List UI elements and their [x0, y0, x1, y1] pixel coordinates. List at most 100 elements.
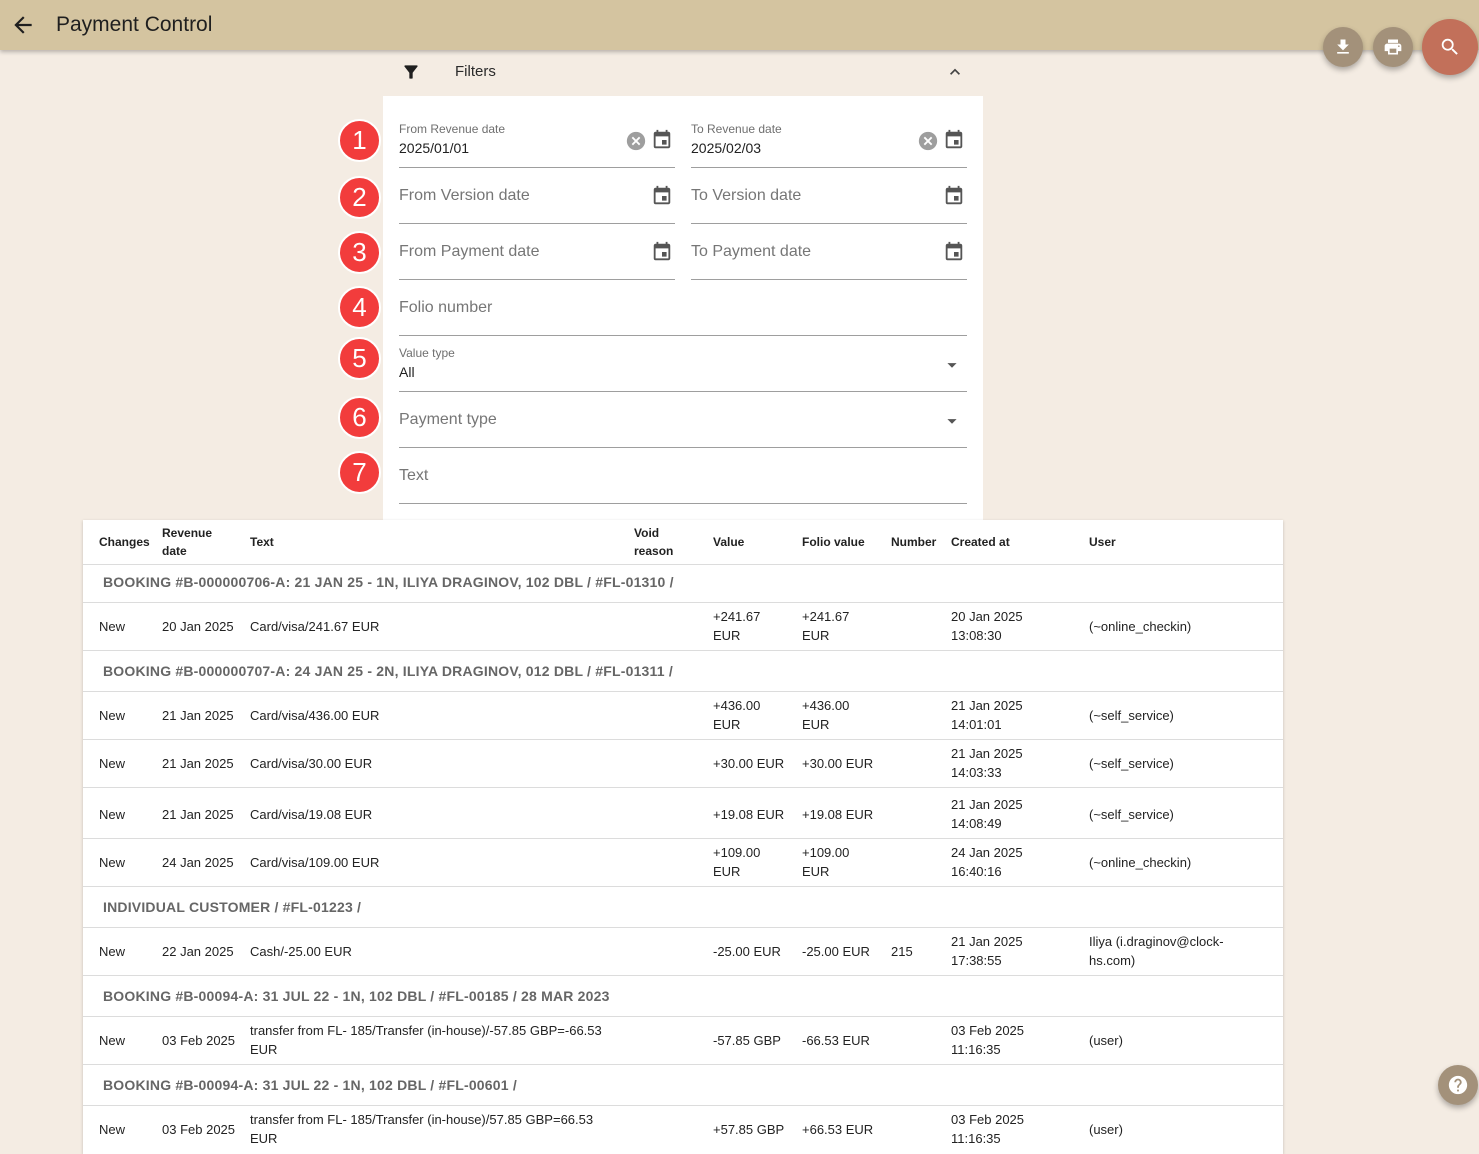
from-version-date-placeholder: From Version date: [399, 187, 530, 204]
group-header: BOOKING #B-00094-A: 31 JUL 22 - 1N, 102 …: [103, 988, 610, 1004]
step-badge: 7: [338, 451, 381, 494]
step-badge: 4: [338, 286, 381, 329]
folio-number-field[interactable]: Folio number: [399, 290, 967, 336]
divider: [83, 739, 1283, 740]
cell-folio-value: -25.00 EUR: [802, 944, 870, 959]
col-created-at[interactable]: Created at: [951, 533, 1010, 551]
cell-folio-value: +30.00 EUR: [802, 756, 874, 771]
from-revenue-date-field[interactable]: From Revenue date 2025/01/01: [399, 122, 675, 168]
col-number[interactable]: Number: [891, 533, 936, 551]
cell-value: +19.08 EUR: [713, 807, 785, 822]
cell-text: transfer from FL- 185/Transfer (in-house…: [250, 1112, 594, 1146]
cell-user: (user): [1089, 1122, 1123, 1137]
payment-type-select[interactable]: Payment type: [399, 402, 967, 448]
cell-revenue-date: 21 Jan 2025: [162, 708, 234, 723]
download-button[interactable]: [1323, 27, 1363, 67]
step-badge: 6: [338, 396, 381, 439]
divider: [83, 975, 1283, 976]
cell-text: transfer from FL- 185/Transfer (in-house…: [250, 1023, 602, 1057]
back-arrow-icon[interactable]: [10, 12, 36, 38]
value-type-select[interactable]: Value type All: [399, 346, 967, 392]
cell-value: -57.85 GBP: [713, 1033, 781, 1048]
divider: [83, 838, 1283, 839]
value-type-value: All: [399, 364, 415, 380]
col-changes[interactable]: Changes: [99, 533, 150, 551]
divider: [83, 886, 1283, 887]
clear-icon[interactable]: [625, 130, 647, 152]
group-header: INDIVIDUAL CUSTOMER / #FL-01223 /: [103, 899, 362, 915]
filters-toggle[interactable]: Filters: [383, 52, 983, 92]
clear-icon[interactable]: [917, 130, 939, 152]
cell-text: Card/visa/241.67 EUR: [250, 619, 380, 634]
help-icon: [1448, 1075, 1468, 1095]
cell-value: +57.85 GBP: [713, 1122, 785, 1137]
cell-changes: New: [99, 807, 126, 822]
to-revenue-date-value: 2025/02/03: [691, 140, 762, 156]
step-badge: 3: [338, 231, 381, 274]
cell-created-at: 21 Jan 2025 14:08:49: [951, 797, 1023, 831]
step-badge: 1: [338, 119, 381, 162]
cell-text: Card/visa/30.00 EUR: [250, 756, 373, 771]
chevron-up-icon: [950, 68, 960, 75]
cell-revenue-date: 21 Jan 2025: [162, 807, 234, 822]
text-field[interactable]: Text: [399, 458, 967, 504]
cell-user: (~self_service): [1089, 756, 1174, 771]
search-icon: [1441, 38, 1458, 55]
cell-created-at: 03 Feb 2025 11:16:35: [951, 1112, 1025, 1146]
calendar-icon[interactable]: [943, 129, 965, 151]
cell-value: +241.67 EUR: [713, 609, 761, 643]
cell-revenue-date: 22 Jan 2025: [162, 944, 234, 959]
to-revenue-date-field[interactable]: To Revenue date 2025/02/03: [691, 122, 967, 168]
group-header: BOOKING #B-00094-A: 31 JUL 22 - 1N, 102 …: [103, 1077, 517, 1093]
cell-changes: New: [99, 1122, 126, 1137]
cell-folio-value: +436.00 EUR: [802, 698, 850, 732]
print-button[interactable]: [1373, 27, 1413, 67]
app-bar: Payment Control: [0, 0, 1479, 50]
col-text[interactable]: Text: [250, 533, 274, 551]
to-revenue-date-label: To Revenue date: [691, 122, 782, 136]
from-payment-date-field[interactable]: From Payment date: [399, 234, 675, 280]
cell-user: (~online_checkin): [1089, 855, 1192, 870]
cell-text: Card/visa/109.00 EUR: [250, 855, 380, 870]
download-icon: [1337, 39, 1349, 54]
cell-value: -25.00 EUR: [713, 944, 781, 959]
cell-user: (~online_checkin): [1089, 619, 1192, 634]
from-version-date-field[interactable]: From Version date: [399, 178, 675, 224]
divider: [83, 1064, 1283, 1065]
col-void-reason[interactable]: Void reason: [634, 524, 684, 560]
cell-created-at: 21 Jan 2025 17:38:55: [951, 934, 1023, 968]
divider: [83, 691, 1283, 692]
divider: [83, 602, 1283, 603]
col-revenue-date[interactable]: Revenue date: [162, 524, 222, 560]
col-value[interactable]: Value: [713, 533, 744, 551]
to-payment-date-field[interactable]: To Payment date: [691, 234, 967, 280]
cell-created-at: 21 Jan 2025 14:01:01: [951, 698, 1023, 732]
calendar-icon[interactable]: [943, 185, 965, 207]
calendar-icon[interactable]: [651, 241, 673, 263]
divider: [83, 650, 1283, 651]
cell-created-at: 03 Feb 2025 11:16:35: [951, 1023, 1025, 1057]
calendar-icon[interactable]: [651, 129, 673, 151]
filter-icon: [404, 65, 418, 79]
cell-created-at: 24 Jan 2025 16:40:16: [951, 845, 1023, 879]
from-payment-date-placeholder: From Payment date: [399, 243, 540, 260]
cell-folio-value: +241.67 EUR: [802, 609, 850, 643]
col-user[interactable]: User: [1089, 533, 1116, 551]
cell-user: Iliya (i.draginov@clock-hs.com): [1089, 934, 1224, 968]
cell-folio-value: +66.53 EUR: [802, 1122, 874, 1137]
divider: [83, 564, 1283, 565]
cell-revenue-date: 24 Jan 2025: [162, 855, 234, 870]
cell-changes: New: [99, 619, 126, 634]
cell-changes: New: [99, 1033, 126, 1048]
cell-folio-value: +19.08 EUR: [802, 807, 874, 822]
cell-user: (~self_service): [1089, 807, 1174, 822]
to-version-date-field[interactable]: To Version date: [691, 178, 967, 224]
cell-user: (user): [1089, 1033, 1123, 1048]
calendar-icon[interactable]: [651, 185, 673, 207]
print-icon: [1384, 39, 1402, 55]
group-header: BOOKING #B-000000707-A: 24 JAN 25 - 2N, …: [103, 663, 673, 679]
calendar-icon[interactable]: [943, 241, 965, 263]
col-folio-value[interactable]: Folio value: [802, 533, 865, 551]
help-button[interactable]: [1438, 1065, 1478, 1105]
search-button[interactable]: [1422, 19, 1478, 75]
